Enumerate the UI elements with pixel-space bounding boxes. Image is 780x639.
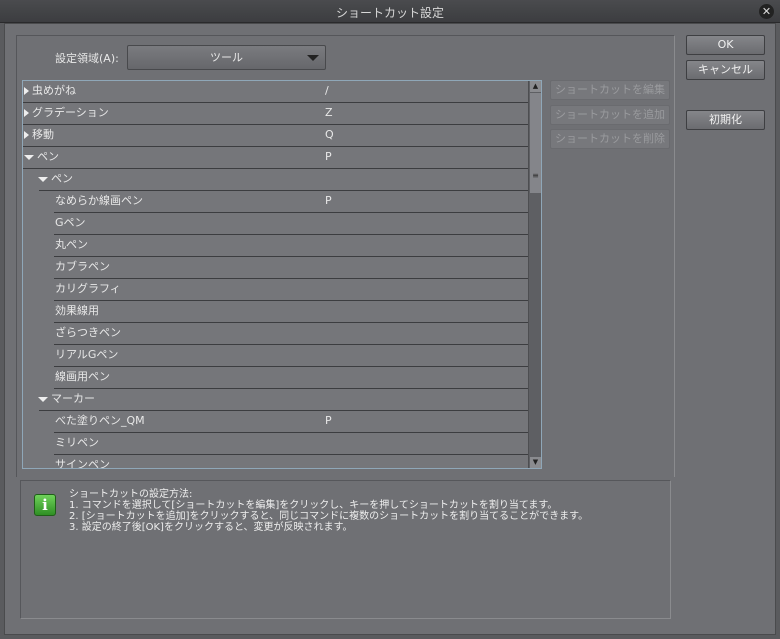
row-label-wrap: なめらか線画ペン (55, 191, 143, 211)
row-shortcut-key: / (325, 84, 329, 97)
setting-area-value: ツール (210, 51, 243, 64)
reset-button[interactable]: 初期化 (686, 110, 765, 130)
row-label-wrap: カブラペン (55, 257, 110, 277)
info-text: ショートカットの設定方法: 1. コマンドを選択して[ショートカットを編集]をク… (69, 489, 588, 533)
row-label: 移動 (32, 128, 54, 141)
ok-button[interactable]: OK (686, 35, 765, 55)
expanded-triangle-icon[interactable] (24, 155, 34, 160)
tree-row[interactable]: 線画用ペン (23, 367, 529, 389)
row-label-wrap: 虫めがね (24, 81, 76, 101)
info-line: ショートカットの設定方法: (69, 489, 193, 500)
title-bar: ショートカット設定 ✕ (0, 0, 780, 23)
collapsed-triangle-icon[interactable] (24, 87, 29, 95)
row-label: 丸ペン (55, 238, 88, 251)
row-label: グラデーション (32, 106, 109, 119)
tree-row[interactable]: 効果線用 (23, 301, 529, 323)
scroll-down-button[interactable]: ▼ (530, 457, 541, 468)
row-shortcut-key: P (325, 194, 332, 207)
info-panel: i ショートカットの設定方法: 1. コマンドを選択して[ショートカットを編集]… (20, 480, 671, 619)
row-label-wrap: べた塗りペン_QM (55, 411, 145, 431)
row-label-wrap: ペン (24, 147, 59, 167)
info-line: 2. [ショートカットを追加]をクリックすると、同じコマンドに複数のショートカッ… (69, 511, 589, 522)
shortcut-tree-list[interactable]: 虫めがね / グラデーション Z 移動 Q ペン P ペンなめらか線画ペン P Gペン丸ペンカブラペ… (22, 80, 542, 469)
row-label: リアルGペン (55, 348, 119, 361)
row-label-wrap: ミリペン (55, 433, 99, 453)
tree-row[interactable]: マーカー (23, 389, 529, 411)
tree-row[interactable]: リアルGペン (23, 345, 529, 367)
tree-row[interactable]: ざらつきペン (23, 323, 529, 345)
scrollbar[interactable]: ▲ ≡ ▼ (528, 81, 541, 468)
info-line: 3. 設定の終了後[OK]をクリックすると、変更が反映されます。 (69, 522, 353, 533)
setting-area-label: 設定領域(A): (55, 52, 119, 65)
expanded-triangle-icon[interactable] (38, 177, 48, 182)
expanded-triangle-icon[interactable] (38, 397, 48, 402)
row-label-wrap: マーカー (38, 389, 95, 409)
row-label: Gペン (55, 216, 86, 229)
close-button[interactable]: ✕ (759, 4, 774, 19)
row-label: 線画用ペン (55, 370, 110, 383)
add-shortcut-button[interactable]: ショートカットを追加 (550, 105, 670, 125)
row-label-wrap: Gペン (55, 213, 86, 233)
row-label-wrap: 効果線用 (55, 301, 99, 321)
row-label-wrap: カリグラフィ (55, 279, 121, 299)
row-label: ミリペン (55, 436, 99, 449)
collapsed-triangle-icon[interactable] (24, 109, 29, 117)
scroll-up-button[interactable]: ▲ (530, 81, 541, 92)
delete-shortcut-button[interactable]: ショートカットを削除 (550, 129, 670, 149)
row-label: マーカー (51, 392, 95, 405)
row-shortcut-key: Q (325, 128, 334, 141)
window-title: ショートカット設定 (335, 6, 444, 20)
row-label: カブラペン (55, 260, 110, 273)
tree-row[interactable]: Gペン (23, 213, 529, 235)
row-label-wrap: グラデーション (24, 103, 109, 123)
row-shortcut-key: Z (325, 106, 333, 119)
scroll-thumb[interactable]: ≡ (530, 93, 541, 193)
tree-row[interactable]: ペン P (23, 147, 529, 169)
row-label-wrap: ペン (38, 169, 73, 189)
tree-row[interactable]: ミリペン (23, 433, 529, 455)
row-label: 効果線用 (55, 304, 99, 317)
collapsed-triangle-icon[interactable] (24, 131, 29, 139)
tree-row[interactable]: カリグラフィ (23, 279, 529, 301)
info-icon: i (34, 494, 56, 516)
row-label: なめらか線画ペン (55, 194, 143, 207)
cancel-button[interactable]: キャンセル (686, 60, 765, 80)
row-label: カリグラフィ (55, 282, 121, 295)
tree-row[interactable]: サインペン (23, 455, 529, 469)
row-label-wrap: サインペン (55, 455, 110, 469)
row-label: ざらつきペン (55, 326, 121, 339)
row-label-wrap: 移動 (24, 125, 54, 145)
tree-row[interactable]: 移動 Q (23, 125, 529, 147)
row-label-wrap: 丸ペン (55, 235, 88, 255)
tree-row[interactable]: べた塗りペン_QM P (23, 411, 529, 433)
row-label-wrap: ざらつきペン (55, 323, 121, 343)
row-label-wrap: リアルGペン (55, 345, 118, 365)
close-icon: ✕ (761, 5, 772, 18)
info-line: 1. コマンドを選択して[ショートカットを編集]をクリックし、キーを押してショー… (69, 500, 558, 511)
tree-row[interactable]: グラデーション Z (23, 103, 529, 125)
tree-row[interactable]: 丸ペン (23, 235, 529, 257)
row-label: ペン (37, 150, 59, 163)
tree-row[interactable]: なめらか線画ペン P (23, 191, 529, 213)
shortcut-dialog: 設定領域(A): ツール 虫めがね / グラデーション Z 移動 Q ペン P ペンなめらか線画… (4, 23, 776, 635)
row-label: べた塗りペン_QM (55, 414, 145, 427)
row-label: サインペン (55, 458, 110, 469)
tree-row[interactable]: 虫めがね / (23, 81, 529, 103)
edit-shortcut-button[interactable]: ショートカットを編集 (550, 80, 670, 100)
row-shortcut-key: P (325, 414, 332, 427)
row-label: ペン (51, 172, 73, 185)
row-shortcut-key: P (325, 150, 332, 163)
tree-row[interactable]: カブラペン (23, 257, 529, 279)
row-label: 虫めがね (32, 84, 76, 97)
tree-row[interactable]: ペン (23, 169, 529, 191)
chevron-down-icon (307, 55, 319, 61)
setting-area-select[interactable]: ツール (127, 45, 326, 70)
row-label-wrap: 線画用ペン (55, 367, 110, 387)
